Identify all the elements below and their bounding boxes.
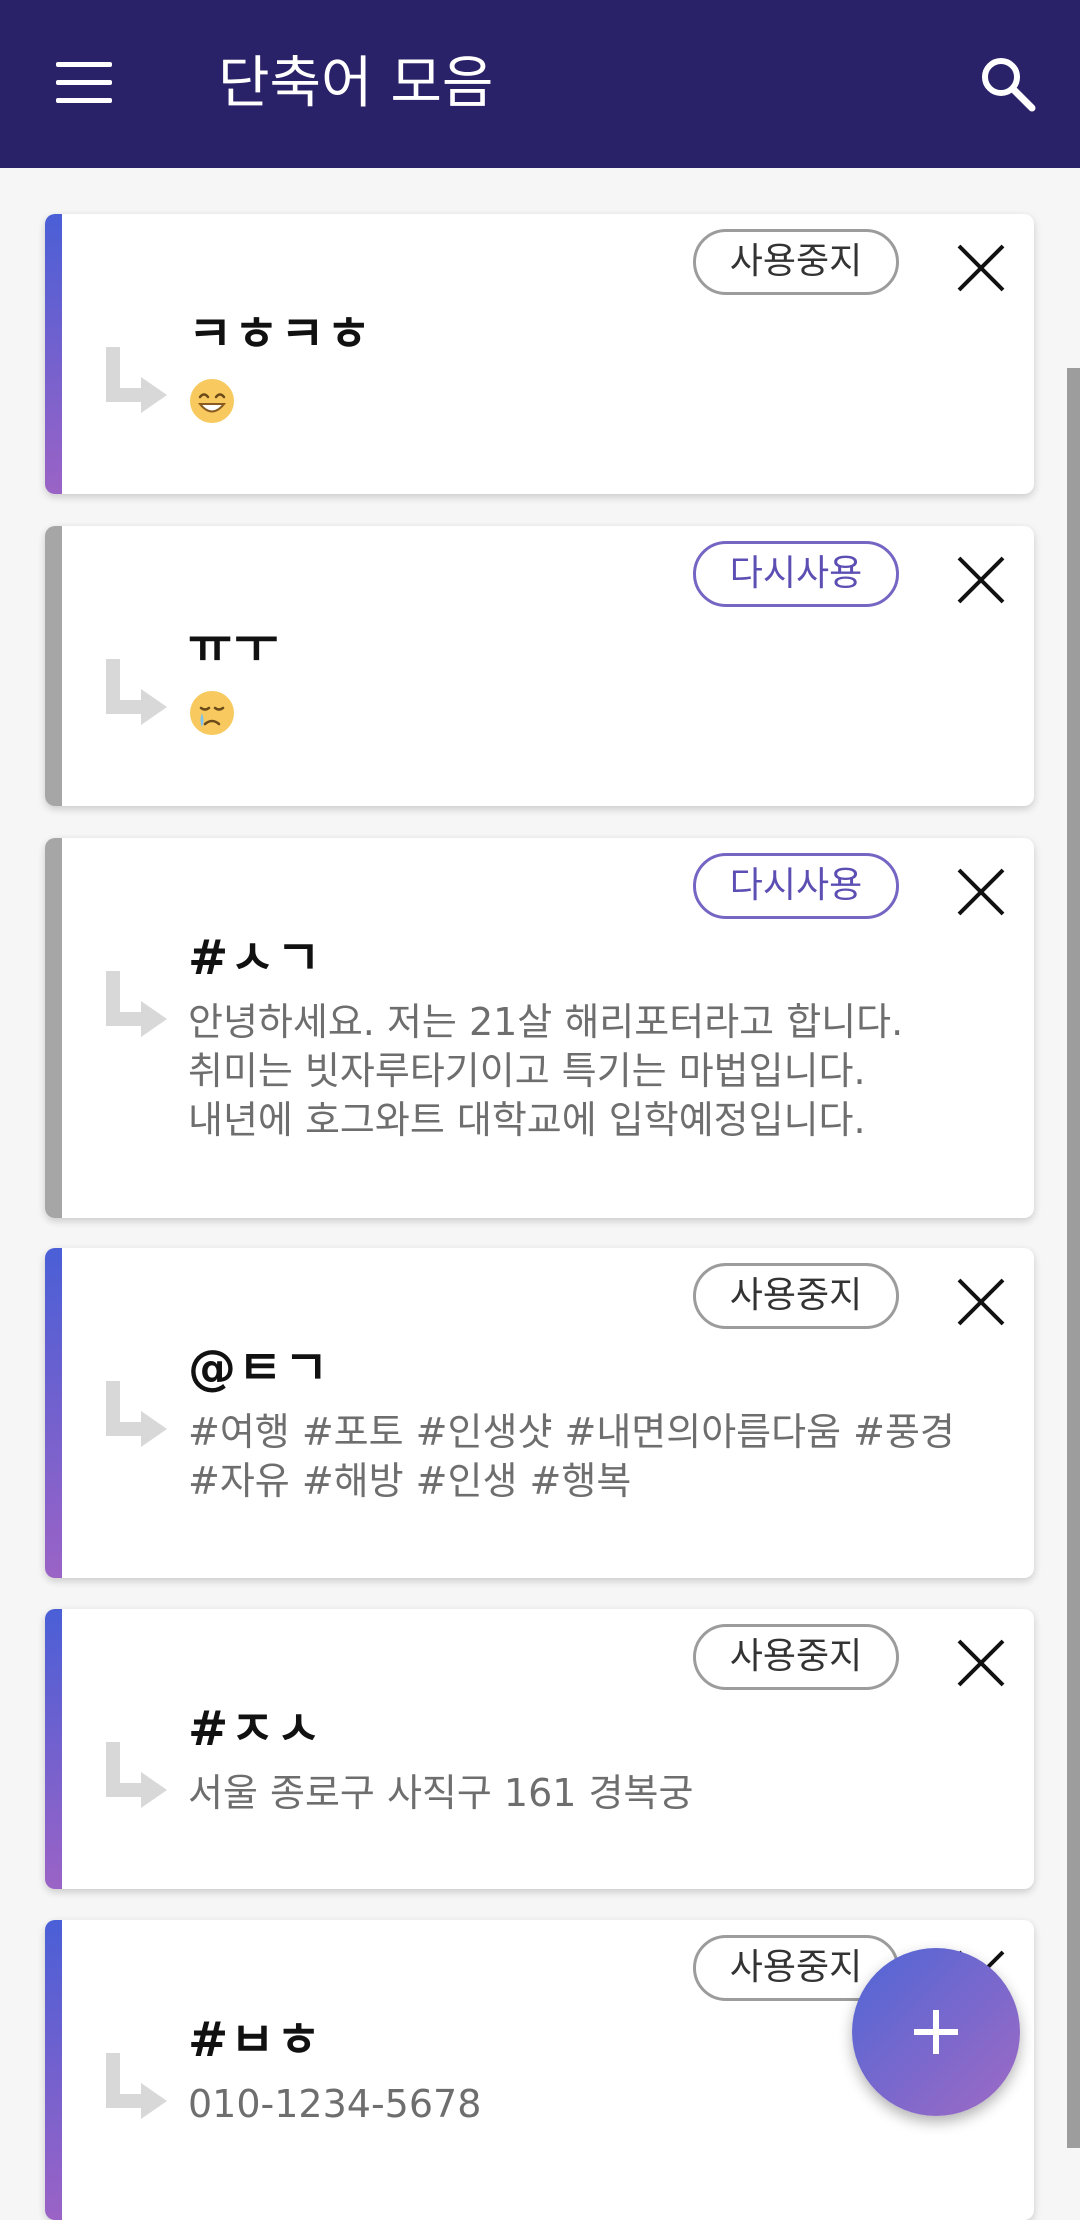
page-title: 단축어 모음	[218, 51, 494, 116]
shortcut-keyword: #ㅈㅅ	[188, 1701, 323, 1757]
inactive-indicator	[45, 526, 62, 806]
scrollbar[interactable]	[1067, 368, 1080, 2148]
deactivate-button[interactable]: 사용중지	[693, 229, 899, 295]
hamburger-menu-icon[interactable]	[52, 56, 116, 108]
reactivate-button[interactable]: 다시사용	[693, 853, 899, 919]
close-icon[interactable]	[955, 1276, 1007, 1328]
plus-icon	[914, 2010, 958, 2054]
close-icon[interactable]	[955, 242, 1007, 294]
inactive-indicator	[45, 838, 62, 1218]
crying-face-emoji	[190, 691, 234, 735]
shortcut-list[interactable]: ㅋㅎㅋㅎ 사용중지 ㅠㅜ 다시사용 #ㅅㄱ 안녕하세요. 저는 21살 해리포터…	[0, 168, 1080, 2220]
shortcut-keyword: ㅠㅜ	[188, 618, 281, 674]
reply-arrow-icon	[106, 971, 167, 1037]
add-shortcut-button[interactable]	[852, 1948, 1020, 2116]
active-indicator	[45, 1609, 62, 1889]
active-indicator	[45, 214, 62, 494]
reply-arrow-icon	[106, 347, 167, 413]
app-bar: 단축어 모음	[0, 0, 1080, 168]
shortcut-keyword: ㅋㅎㅋㅎ	[188, 306, 373, 362]
phrase-line: #자유 #해방 #인생 #행복	[188, 1459, 632, 1503]
phrase-line: 안녕하세요. 저는 21살 해리포터라고 합니다.	[188, 1000, 904, 1044]
phrase-line: #여행 #포토 #인생샷 #내면의아름다움 #풍경	[188, 1410, 955, 1454]
close-icon[interactable]	[955, 1637, 1007, 1689]
close-icon[interactable]	[955, 554, 1007, 606]
deactivate-button[interactable]: 사용중지	[693, 1263, 899, 1329]
shortcut-phrase: #여행 #포토 #인생샷 #내면의아름다움 #풍경 #자유 #해방 #인생 #행…	[188, 1408, 1008, 1506]
reactivate-button[interactable]: 다시사용	[693, 541, 899, 607]
phrase-line: 내년에 호그와트 대학교에 입학예정입니다.	[188, 1098, 866, 1142]
close-icon[interactable]	[955, 866, 1007, 918]
shortcut-phrase: 안녕하세요. 저는 21살 해리포터라고 합니다. 취미는 빗자루타기이고 특기…	[188, 998, 1008, 1145]
shortcut-card[interactable]: ㅋㅎㅋㅎ 사용중지	[45, 214, 1034, 494]
deactivate-button[interactable]: 사용중지	[693, 1624, 899, 1690]
shortcut-card[interactable]: ㅠㅜ 다시사용	[45, 526, 1034, 806]
search-icon[interactable]	[978, 54, 1038, 114]
reply-arrow-icon	[106, 2053, 167, 2119]
shortcut-card[interactable]: @ㅌㄱ #여행 #포토 #인생샷 #내면의아름다움 #풍경 #자유 #해방 #인…	[45, 1248, 1034, 1578]
shortcut-card[interactable]: #ㅅㄱ 안녕하세요. 저는 21살 해리포터라고 합니다. 취미는 빗자루타기이…	[45, 838, 1034, 1218]
shortcut-phrase: 서울 종로구 사직구 161 경복궁	[188, 1769, 1008, 1818]
shortcut-card[interactable]: #ㅈㅅ 서울 종로구 사직구 161 경복궁 사용중지	[45, 1609, 1034, 1889]
phrase-line: 취미는 빗자루타기이고 특기는 마법입니다.	[188, 1049, 866, 1093]
phrase-line: 서울 종로구 사직구 161 경복궁	[188, 1771, 694, 1815]
active-indicator	[45, 1920, 62, 2220]
reply-arrow-icon	[106, 659, 167, 725]
grinning-face-emoji	[190, 379, 234, 423]
shortcut-keyword: #ㅅㄱ	[188, 930, 323, 986]
reply-arrow-icon	[106, 1742, 167, 1808]
active-indicator	[45, 1248, 62, 1578]
reply-arrow-icon	[106, 1381, 167, 1447]
shortcut-keyword: #ㅂㅎ	[188, 2012, 323, 2068]
shortcut-keyword: @ㅌㄱ	[188, 1340, 331, 1396]
